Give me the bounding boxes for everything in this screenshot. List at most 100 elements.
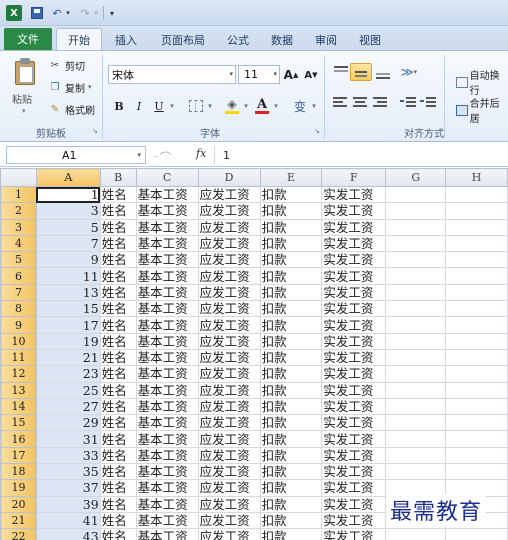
column-header[interactable]: C [135,168,199,187]
row-header[interactable]: 8 [0,300,37,318]
cell[interactable] [385,332,447,350]
cell[interactable]: 姓名 [99,185,137,204]
cell[interactable]: 基本工资 [135,511,199,530]
cell[interactable] [445,251,508,269]
bold-button[interactable]: B [112,97,126,115]
cell[interactable]: 实发工资 [321,414,387,432]
cell[interactable]: 23 [35,365,101,383]
cell[interactable]: 应发工资 [197,251,261,269]
cell[interactable]: 应发工资 [197,511,261,530]
customize-quick-access-icon[interactable]: ▾ [107,5,117,21]
underline-button[interactable]: U [152,97,166,115]
font-name-select[interactable]: 宋体 ▾ [108,65,236,84]
cell[interactable] [385,251,447,269]
cell[interactable]: 扣款 [259,251,323,269]
name-box[interactable]: A1 ▾ [6,146,146,164]
cell[interactable]: 基本工资 [135,348,199,367]
row-header[interactable]: 5 [0,251,37,269]
cell[interactable] [445,332,508,350]
cell[interactable]: 实发工资 [321,528,387,540]
cell[interactable]: 扣款 [259,283,323,302]
cell[interactable]: 实发工资 [321,218,387,236]
cell[interactable] [385,348,447,367]
cell[interactable] [385,365,447,383]
cell[interactable] [385,397,447,416]
align-top-button[interactable] [330,63,352,81]
cell[interactable]: 扣款 [259,430,323,448]
cell[interactable]: 应发工资 [197,495,261,513]
row-header[interactable]: 19 [0,479,37,497]
cell[interactable]: 扣款 [259,511,323,530]
insert-function-button[interactable]: fx [196,147,206,160]
cell[interactable] [445,267,508,285]
cell[interactable]: 姓名 [99,365,137,383]
row-header[interactable]: 6 [0,267,37,285]
cell[interactable]: 基本工资 [135,463,199,481]
cell[interactable]: 应发工资 [197,397,261,416]
cell[interactable]: 基本工资 [135,218,199,236]
tab-review[interactable]: 审阅 [308,30,344,50]
cell[interactable]: 基本工资 [135,316,199,334]
cell[interactable]: 姓名 [99,348,137,367]
row-header[interactable]: 20 [0,495,37,513]
cell[interactable]: 扣款 [259,267,323,285]
paste-button-label[interactable]: 粘贴 [12,91,32,106]
cell[interactable]: 基本工资 [135,283,199,302]
cell[interactable]: 应发工资 [197,430,261,448]
cell[interactable] [445,202,508,220]
cell[interactable]: 实发工资 [321,430,387,448]
cell[interactable]: 扣款 [259,234,323,253]
font-size-dropdown-icon[interactable]: ▾ [273,70,277,78]
cell[interactable]: 实发工资 [321,185,387,204]
row-header[interactable]: 17 [0,446,37,465]
clipboard-launcher-icon[interactable]: ↘ [92,127,98,135]
cell[interactable]: 33 [35,446,101,465]
column-header[interactable]: D [197,168,261,187]
cell[interactable]: 扣款 [259,348,323,367]
cell[interactable]: 基本工资 [135,202,199,220]
orientation-button[interactable]: ≫ ▾ [400,63,418,81]
cell[interactable]: 扣款 [259,446,323,465]
paste-dropdown-icon[interactable]: ▾ [22,107,26,115]
cell[interactable]: 扣款 [259,365,323,383]
cell[interactable]: 基本工资 [135,430,199,448]
cell[interactable]: 姓名 [99,218,137,236]
cell[interactable]: 扣款 [259,479,323,497]
cell[interactable]: 姓名 [99,202,137,220]
row-header[interactable]: 9 [0,316,37,334]
cell[interactable]: 实发工资 [321,381,387,399]
cell[interactable]: 实发工资 [321,234,387,253]
tab-home[interactable]: 开始 [56,28,102,50]
fill-color-dropdown-icon[interactable]: ▾ [242,97,250,115]
tab-formulas[interactable]: 公式 [220,30,256,50]
align-right-button[interactable] [370,93,392,111]
merge-center-button[interactable]: 合并后居 [456,95,508,125]
cell[interactable]: 35 [35,463,101,481]
fill-color-button[interactable]: ◈ [224,95,240,114]
increase-indent-button[interactable] [418,93,440,111]
cell[interactable]: 应发工资 [197,283,261,302]
copy-dropdown-icon[interactable]: ▾ [88,83,92,91]
cell[interactable]: 姓名 [99,430,137,448]
cell[interactable] [445,348,508,367]
cell[interactable]: 姓名 [99,251,137,269]
cell[interactable]: 实发工资 [321,316,387,334]
cell[interactable]: 扣款 [259,463,323,481]
select-all-corner[interactable] [0,168,37,187]
cell[interactable]: 37 [35,479,101,497]
phonetic-dropdown-icon[interactable]: ▾ [310,97,318,115]
cell[interactable] [385,430,447,448]
undo-icon[interactable]: ↶ [50,5,64,21]
tab-view[interactable]: 视图 [352,30,388,50]
cell[interactable]: 扣款 [259,185,323,204]
row-header[interactable]: 14 [0,397,37,416]
cell[interactable]: 43 [35,528,101,540]
column-header[interactable]: A [35,168,101,187]
cell[interactable] [445,528,508,540]
row-header[interactable]: 15 [0,414,37,432]
cell[interactable]: 实发工资 [321,495,387,513]
cell[interactable] [445,446,508,465]
cell[interactable] [445,381,508,399]
cell[interactable]: 姓名 [99,463,137,481]
cell[interactable]: 基本工资 [135,446,199,465]
